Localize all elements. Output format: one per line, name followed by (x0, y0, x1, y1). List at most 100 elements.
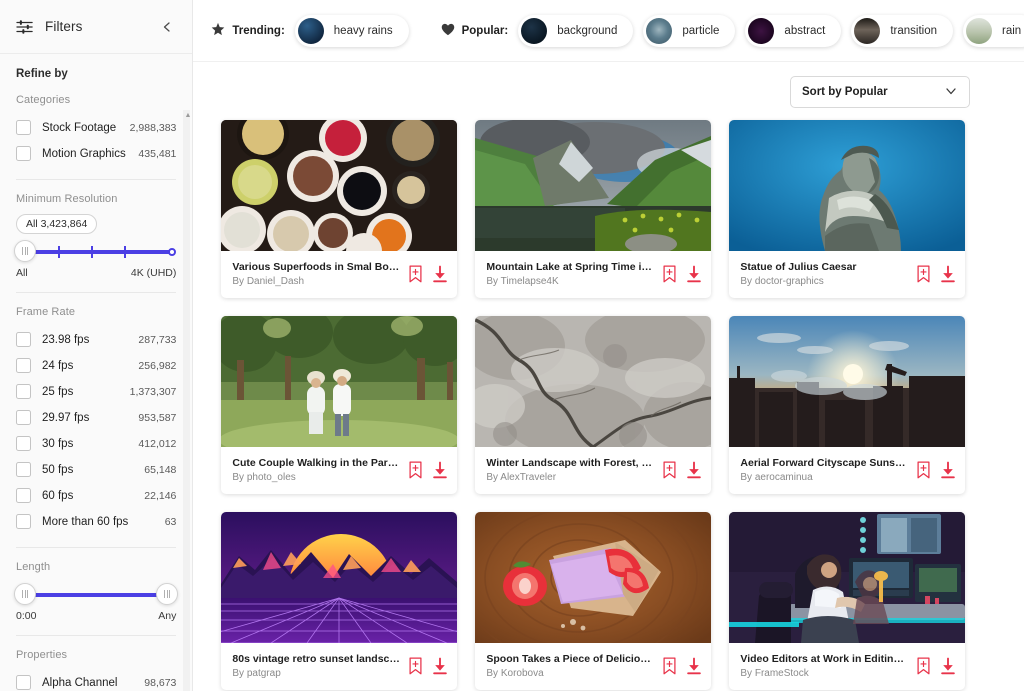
bookmark-add-icon[interactable] (662, 461, 677, 479)
checkbox[interactable] (16, 675, 31, 690)
filters-body: ▲ Refine by Categories Stock Footage 2,9… (0, 54, 192, 691)
card-author: By AlexTraveler (486, 472, 557, 483)
slider-handle-max[interactable] (156, 583, 179, 605)
video-editors-thumbnail[interactable] (729, 512, 966, 643)
filter-row-60fps[interactable]: 60 fps 22,146 (16, 483, 176, 508)
filter-row-24fps[interactable]: 24 fps 256,982 (16, 353, 176, 378)
divider (16, 292, 177, 293)
checkbox[interactable] (16, 146, 31, 161)
strawberry-cake-thumbnail[interactable] (475, 512, 712, 643)
result-card[interactable]: Spoon Takes a Piece of Delicious Str... … (475, 512, 712, 690)
checkbox[interactable] (16, 332, 31, 347)
julius-caesar-statue-thumbnail[interactable] (729, 120, 966, 251)
tag-chip-heavy-rains[interactable]: heavy rains (294, 14, 409, 47)
download-icon[interactable] (432, 461, 448, 479)
filter-row-30fps[interactable]: 30 fps 412,012 (16, 431, 176, 456)
download-icon[interactable] (686, 461, 702, 479)
winter-river-aerial-thumbnail[interactable] (475, 316, 712, 447)
checkbox[interactable] (16, 384, 31, 399)
group-title: Categories (16, 94, 71, 106)
resolution-slider[interactable] (14, 239, 177, 265)
download-icon[interactable] (686, 657, 702, 675)
checkbox[interactable] (16, 410, 31, 425)
card-actions (916, 657, 956, 675)
download-icon[interactable] (432, 657, 448, 675)
download-icon[interactable] (940, 265, 956, 283)
bookmark-add-icon[interactable] (408, 461, 423, 479)
filter-row-25fps[interactable]: 25 fps 1,373,307 (16, 379, 176, 404)
result-card[interactable]: Various Superfoods in Smal Bowls o... By… (221, 120, 458, 298)
filter-count: 1,373,307 (129, 385, 177, 398)
filter-row-motion-graphics[interactable]: Motion Graphics 435,481 (16, 141, 176, 166)
checkbox[interactable] (16, 462, 31, 477)
chevron-left-icon[interactable] (158, 18, 176, 36)
result-card[interactable]: Statue of Julius Caesar By doctor-graphi… (729, 120, 966, 298)
result-card[interactable]: 80s vintage retro sunset landscape By pa… (221, 512, 458, 690)
result-card[interactable]: Mountain Lake at Spring Time in Ba... By… (475, 120, 712, 298)
retro-synthwave-thumbnail[interactable] (221, 512, 458, 643)
refine-by-label: Refine by (16, 68, 68, 80)
result-card[interactable]: Cute Couple Walking in the Park or ... B… (221, 316, 458, 494)
result-card[interactable]: Aerial Forward Cityscape Sunset Fac... B… (729, 316, 966, 494)
trending-label-wrap: Trending: (211, 22, 285, 39)
checkbox[interactable] (16, 514, 31, 529)
scroll-up-arrow-icon[interactable]: ▲ (184, 112, 191, 119)
tag-chip-background[interactable]: background (518, 14, 634, 47)
download-icon[interactable] (940, 657, 956, 675)
bookmark-add-icon[interactable] (662, 657, 677, 675)
result-card[interactable]: Winter Landscape with Forest, River.... … (475, 316, 712, 494)
tag-chip-transition[interactable]: transition (851, 14, 954, 47)
card-title: Statue of Julius Caesar (740, 261, 857, 273)
slider-rail[interactable] (23, 250, 173, 254)
filter-count: 256,982 (138, 359, 177, 372)
card-actions (408, 657, 448, 675)
superfoods-bowls-thumbnail[interactable] (221, 120, 458, 251)
length-slider[interactable] (14, 582, 179, 608)
card-texts: 80s vintage retro sunset landscape By pa… (232, 653, 400, 679)
sort-by-dropdown[interactable]: Sort by Popular (790, 76, 970, 108)
checkbox[interactable] (16, 488, 31, 503)
background-thumb (521, 17, 548, 44)
bookmark-add-icon[interactable] (916, 657, 931, 675)
bookmark-add-icon[interactable] (662, 265, 677, 283)
bookmark-add-icon[interactable] (408, 657, 423, 675)
tag-chip-particle[interactable]: particle (643, 14, 736, 47)
card-author: By Korobova (486, 668, 544, 679)
result-card[interactable]: Video Editors at Work in Editing Ro... B… (729, 512, 966, 690)
cityscape-sunset-thumbnail[interactable] (729, 316, 966, 447)
filter-row-alpha-channel[interactable]: Alpha Channel 98,673 (16, 670, 176, 691)
tag-chip-rain[interactable]: rain (963, 14, 1024, 47)
filter-row-stock-footage[interactable]: Stock Footage 2,988,383 (16, 115, 176, 140)
card-actions (408, 265, 448, 283)
filter-row-2398fps[interactable]: 23.98 fps 287,733 (16, 327, 176, 352)
couple-park-thumbnail[interactable] (221, 316, 458, 447)
slider-handle-min[interactable] (14, 240, 36, 262)
mountain-lake-thumbnail[interactable] (475, 120, 712, 251)
checkbox[interactable] (16, 436, 31, 451)
bookmark-add-icon[interactable] (916, 265, 931, 283)
filter-count: 953,587 (138, 411, 177, 424)
tag-chip-abstract[interactable]: abstract (745, 14, 842, 47)
bookmark-add-icon[interactable] (916, 461, 931, 479)
card-title: Winter Landscape with Forest, River.... (486, 457, 654, 469)
sidebar-scrollbar-track[interactable] (183, 110, 191, 691)
filter-count: 2,988,383 (129, 121, 177, 134)
card-author: By Timelapse4K (486, 276, 559, 287)
download-icon[interactable] (940, 461, 956, 479)
checkbox[interactable] (16, 358, 31, 373)
filter-group-length: Length 0:00 Any (14, 561, 179, 622)
bookmark-add-icon[interactable] (408, 265, 423, 283)
filter-row-more-than-60fps[interactable]: More than 60 fps 63 (16, 509, 176, 534)
download-icon[interactable] (432, 265, 448, 283)
download-icon[interactable] (686, 265, 702, 283)
slider-handle-min[interactable] (14, 583, 36, 605)
filter-row-50fps[interactable]: 50 fps 65,148 (16, 457, 176, 482)
rain-thumb (966, 17, 993, 44)
slider-tick (91, 246, 93, 258)
slider-rail[interactable] (28, 593, 165, 597)
slider-end-marker (168, 248, 177, 256)
card-meta: Winter Landscape with Forest, River.... … (475, 447, 711, 494)
filter-row-2997fps[interactable]: 29.97 fps 953,587 (16, 405, 176, 430)
checkbox[interactable] (16, 120, 31, 135)
length-slider-legend: 0:00 Any (16, 610, 176, 622)
